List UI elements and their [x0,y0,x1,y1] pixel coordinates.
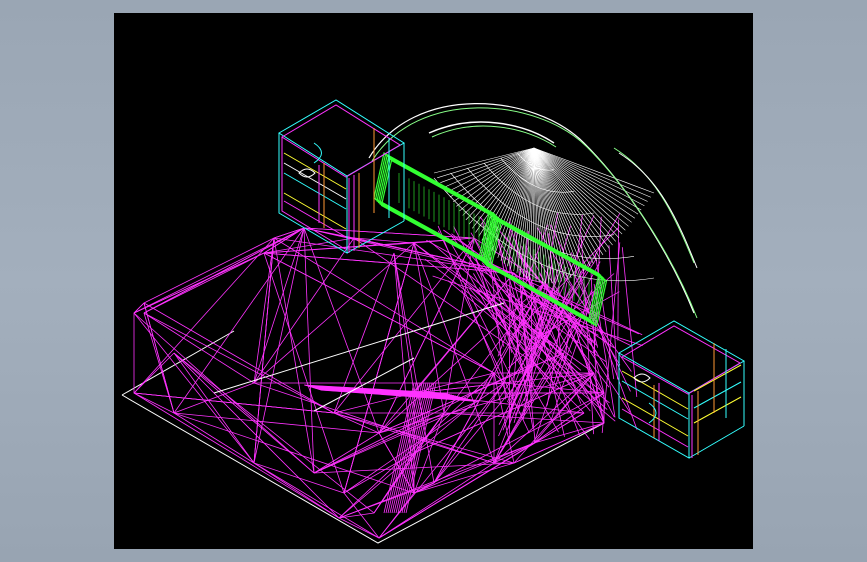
cad-drawing-viewport[interactable] [114,13,753,549]
canopy-arch [368,103,698,319]
bed-wireframe-drawing [121,99,746,544]
right-nightstand [617,320,746,459]
